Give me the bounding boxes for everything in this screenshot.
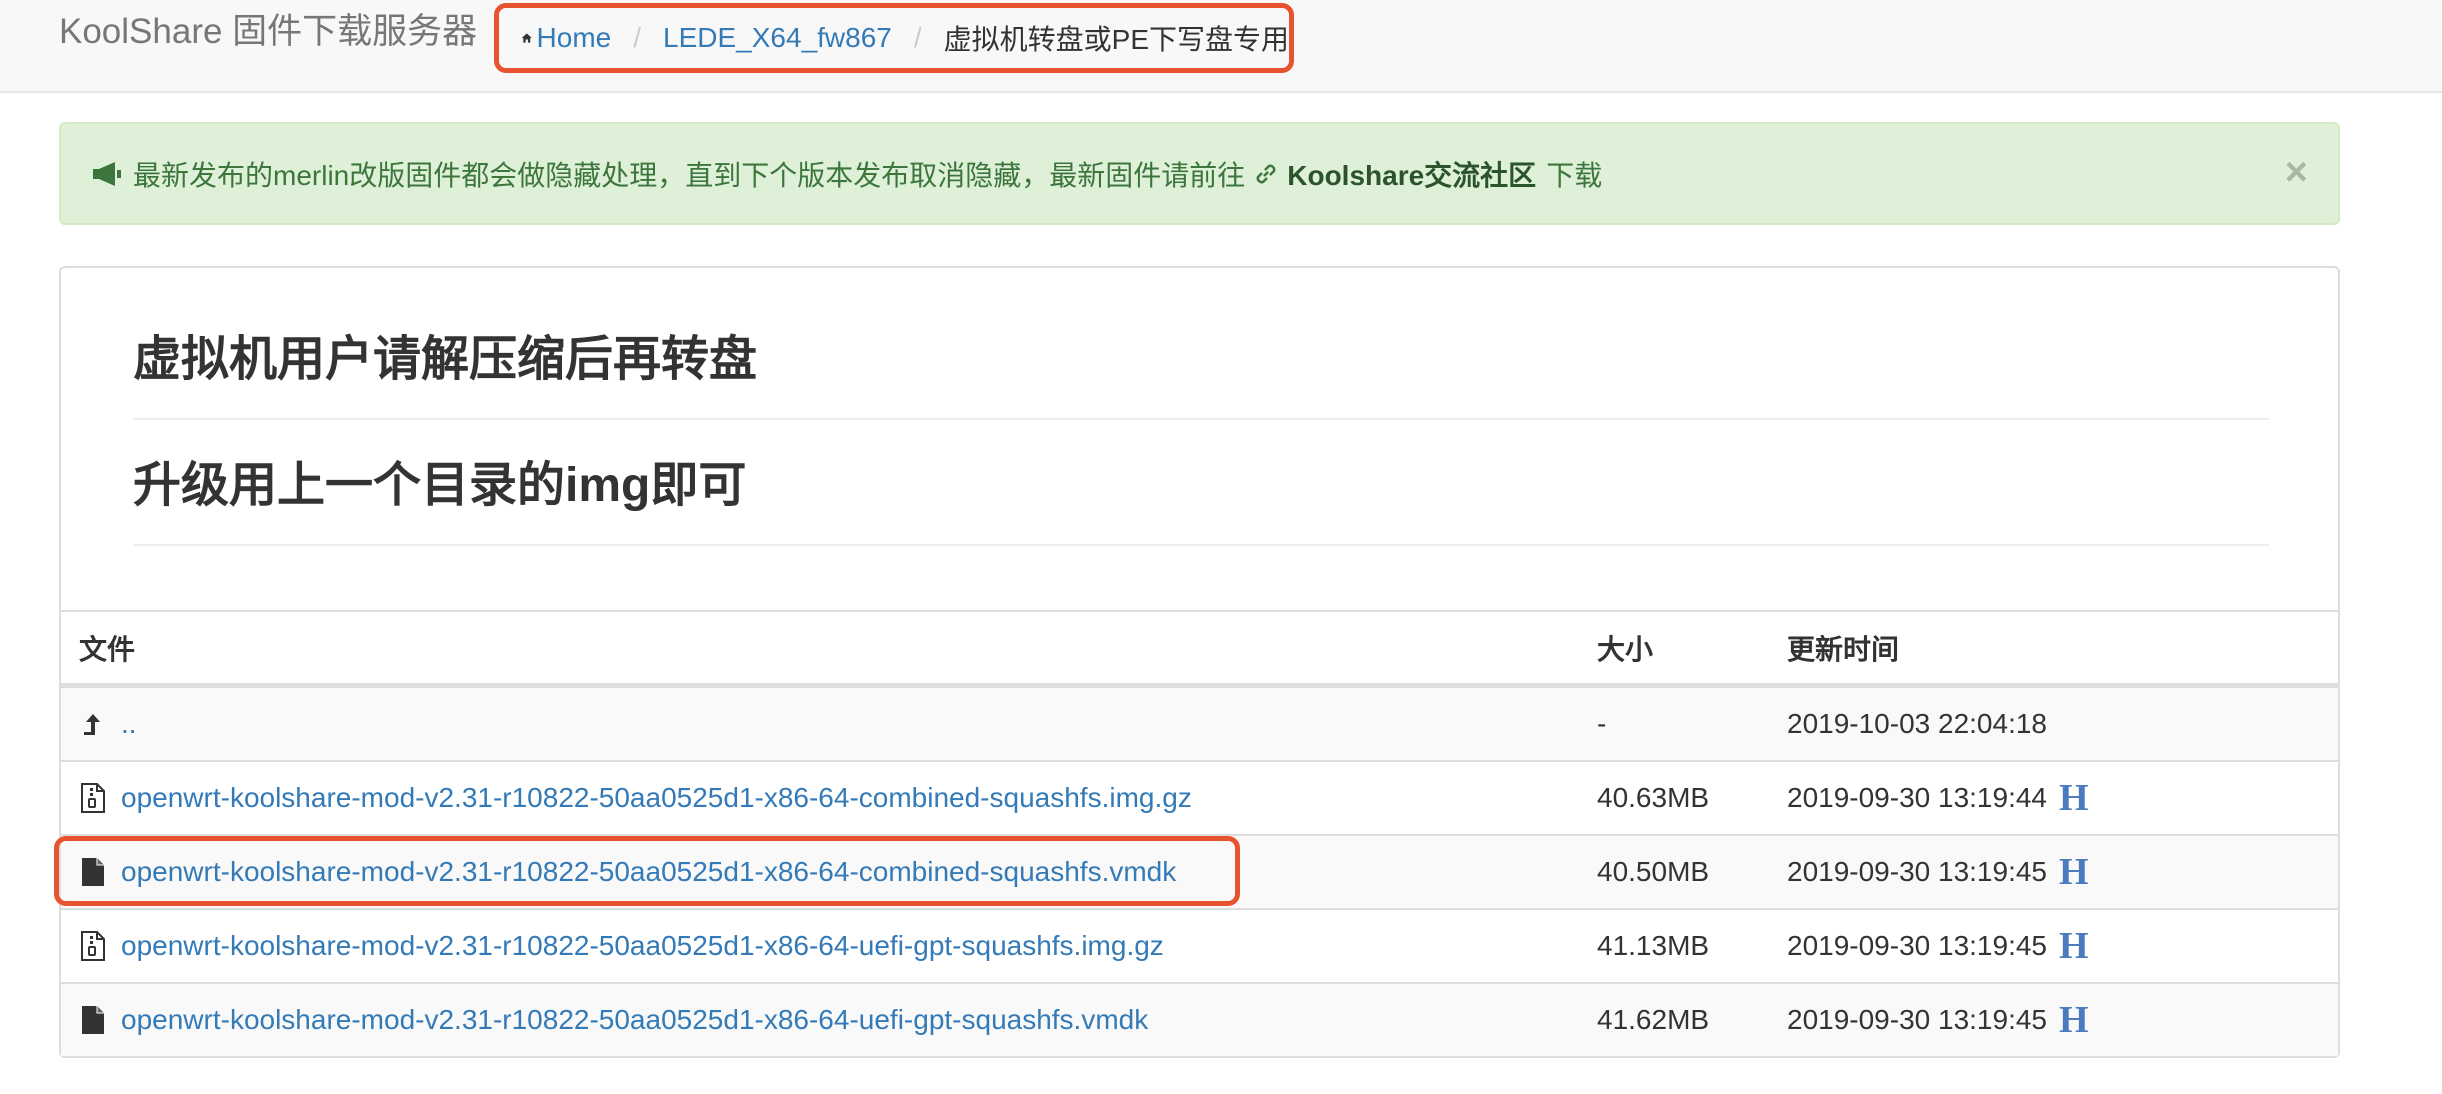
hash-link[interactable]: H xyxy=(2059,998,2089,1042)
community-link[interactable]: Koolshare交流社区 xyxy=(1287,154,1536,194)
column-header-time[interactable]: 更新时间 xyxy=(1787,612,1899,683)
breadcrumb-separator: / xyxy=(913,22,922,53)
hash-link[interactable]: H xyxy=(2059,924,2089,968)
file-size: 41.62MB xyxy=(1597,1004,1710,1035)
file-time: 2019-09-30 13:19:45 xyxy=(1787,856,2047,887)
panel-heading-primary: 虚拟机用户请解压缩后再转盘 xyxy=(133,330,2269,420)
table-header: 文件 大小 更新时间 xyxy=(61,610,2338,686)
archive-file-icon xyxy=(81,783,105,813)
alert-text: 最新发布的merlin改版固件都会做隐藏处理，直到下个版本发布取消隐藏，最新固件… xyxy=(133,159,1246,191)
file-table: 文件 大小 更新时间 .. - 2019-10-03 22:04:18 open… xyxy=(61,610,2338,1056)
file-link[interactable]: openwrt-koolshare-mod-v2.31-r10822-50aa0… xyxy=(121,782,1192,814)
breadcrumb-current: 虚拟机转盘或PE下写盘专用 xyxy=(943,24,1289,55)
alert-text-after: 下载 xyxy=(1546,159,1603,191)
breadcrumb-separator: / xyxy=(633,22,642,53)
table-row[interactable]: openwrt-koolshare-mod-v2.31-r10822-50aa0… xyxy=(61,760,2338,834)
navbar: KoolShare 固件下载服务器 Home / LEDE_X64_fw867 … xyxy=(0,0,2442,93)
home-icon[interactable] xyxy=(521,23,533,53)
file-icon xyxy=(82,1006,104,1034)
link-icon xyxy=(1256,164,1276,183)
close-icon[interactable]: × xyxy=(2285,152,2308,192)
file-time: 2019-10-03 22:04:18 xyxy=(1787,708,2047,739)
file-size: 40.50MB xyxy=(1597,856,1710,887)
breadcrumb-folder[interactable]: LEDE_X64_fw867 xyxy=(663,22,892,54)
hash-link[interactable]: H xyxy=(2059,850,2089,894)
parent-directory-link[interactable]: .. xyxy=(121,708,137,740)
file-panel: 虚拟机用户请解压缩后再转盘 升级用上一个目录的img即可 文件 大小 更新时间 … xyxy=(59,266,2340,1058)
hash-link[interactable]: H xyxy=(2059,776,2089,820)
table-row[interactable]: openwrt-koolshare-mod-v2.31-r10822-50aa0… xyxy=(61,982,2338,1056)
table-row[interactable]: openwrt-koolshare-mod-v2.31-r10822-50aa0… xyxy=(61,908,2338,982)
column-header-file[interactable]: 文件 xyxy=(79,612,135,683)
brand-title[interactable]: KoolShare 固件下载服务器 xyxy=(59,8,477,56)
file-size: 40.63MB xyxy=(1597,782,1710,813)
file-time: 2019-09-30 13:19:44 xyxy=(1787,782,2047,813)
file-link[interactable]: openwrt-koolshare-mod-v2.31-r10822-50aa0… xyxy=(121,856,1176,888)
table-row-parent[interactable]: .. - 2019-10-03 22:04:18 xyxy=(61,686,2338,760)
level-up-icon xyxy=(84,714,100,735)
file-time: 2019-09-30 13:19:45 xyxy=(1787,930,2047,961)
notice-alert: 最新发布的merlin改版固件都会做隐藏处理，直到下个版本发布取消隐藏，最新固件… xyxy=(59,122,2340,225)
table-row[interactable]: openwrt-koolshare-mod-v2.31-r10822-50aa0… xyxy=(61,834,2338,908)
file-link[interactable]: openwrt-koolshare-mod-v2.31-r10822-50aa0… xyxy=(121,930,1164,962)
file-time: 2019-09-30 13:19:45 xyxy=(1787,1004,2047,1035)
breadcrumb-home[interactable]: Home xyxy=(537,22,612,54)
megaphone-icon xyxy=(93,161,121,186)
file-icon xyxy=(82,858,104,886)
archive-file-icon xyxy=(81,931,105,961)
panel-heading-secondary: 升级用上一个目录的img即可 xyxy=(133,456,2269,546)
file-size: 41.13MB xyxy=(1597,930,1710,961)
file-link[interactable]: openwrt-koolshare-mod-v2.31-r10822-50aa0… xyxy=(121,1004,1148,1036)
column-header-size[interactable]: 大小 xyxy=(1597,612,1653,683)
file-size: - xyxy=(1597,708,1607,739)
breadcrumb: Home / LEDE_X64_fw867 / 虚拟机转盘或PE下写盘专用 xyxy=(494,3,1294,73)
